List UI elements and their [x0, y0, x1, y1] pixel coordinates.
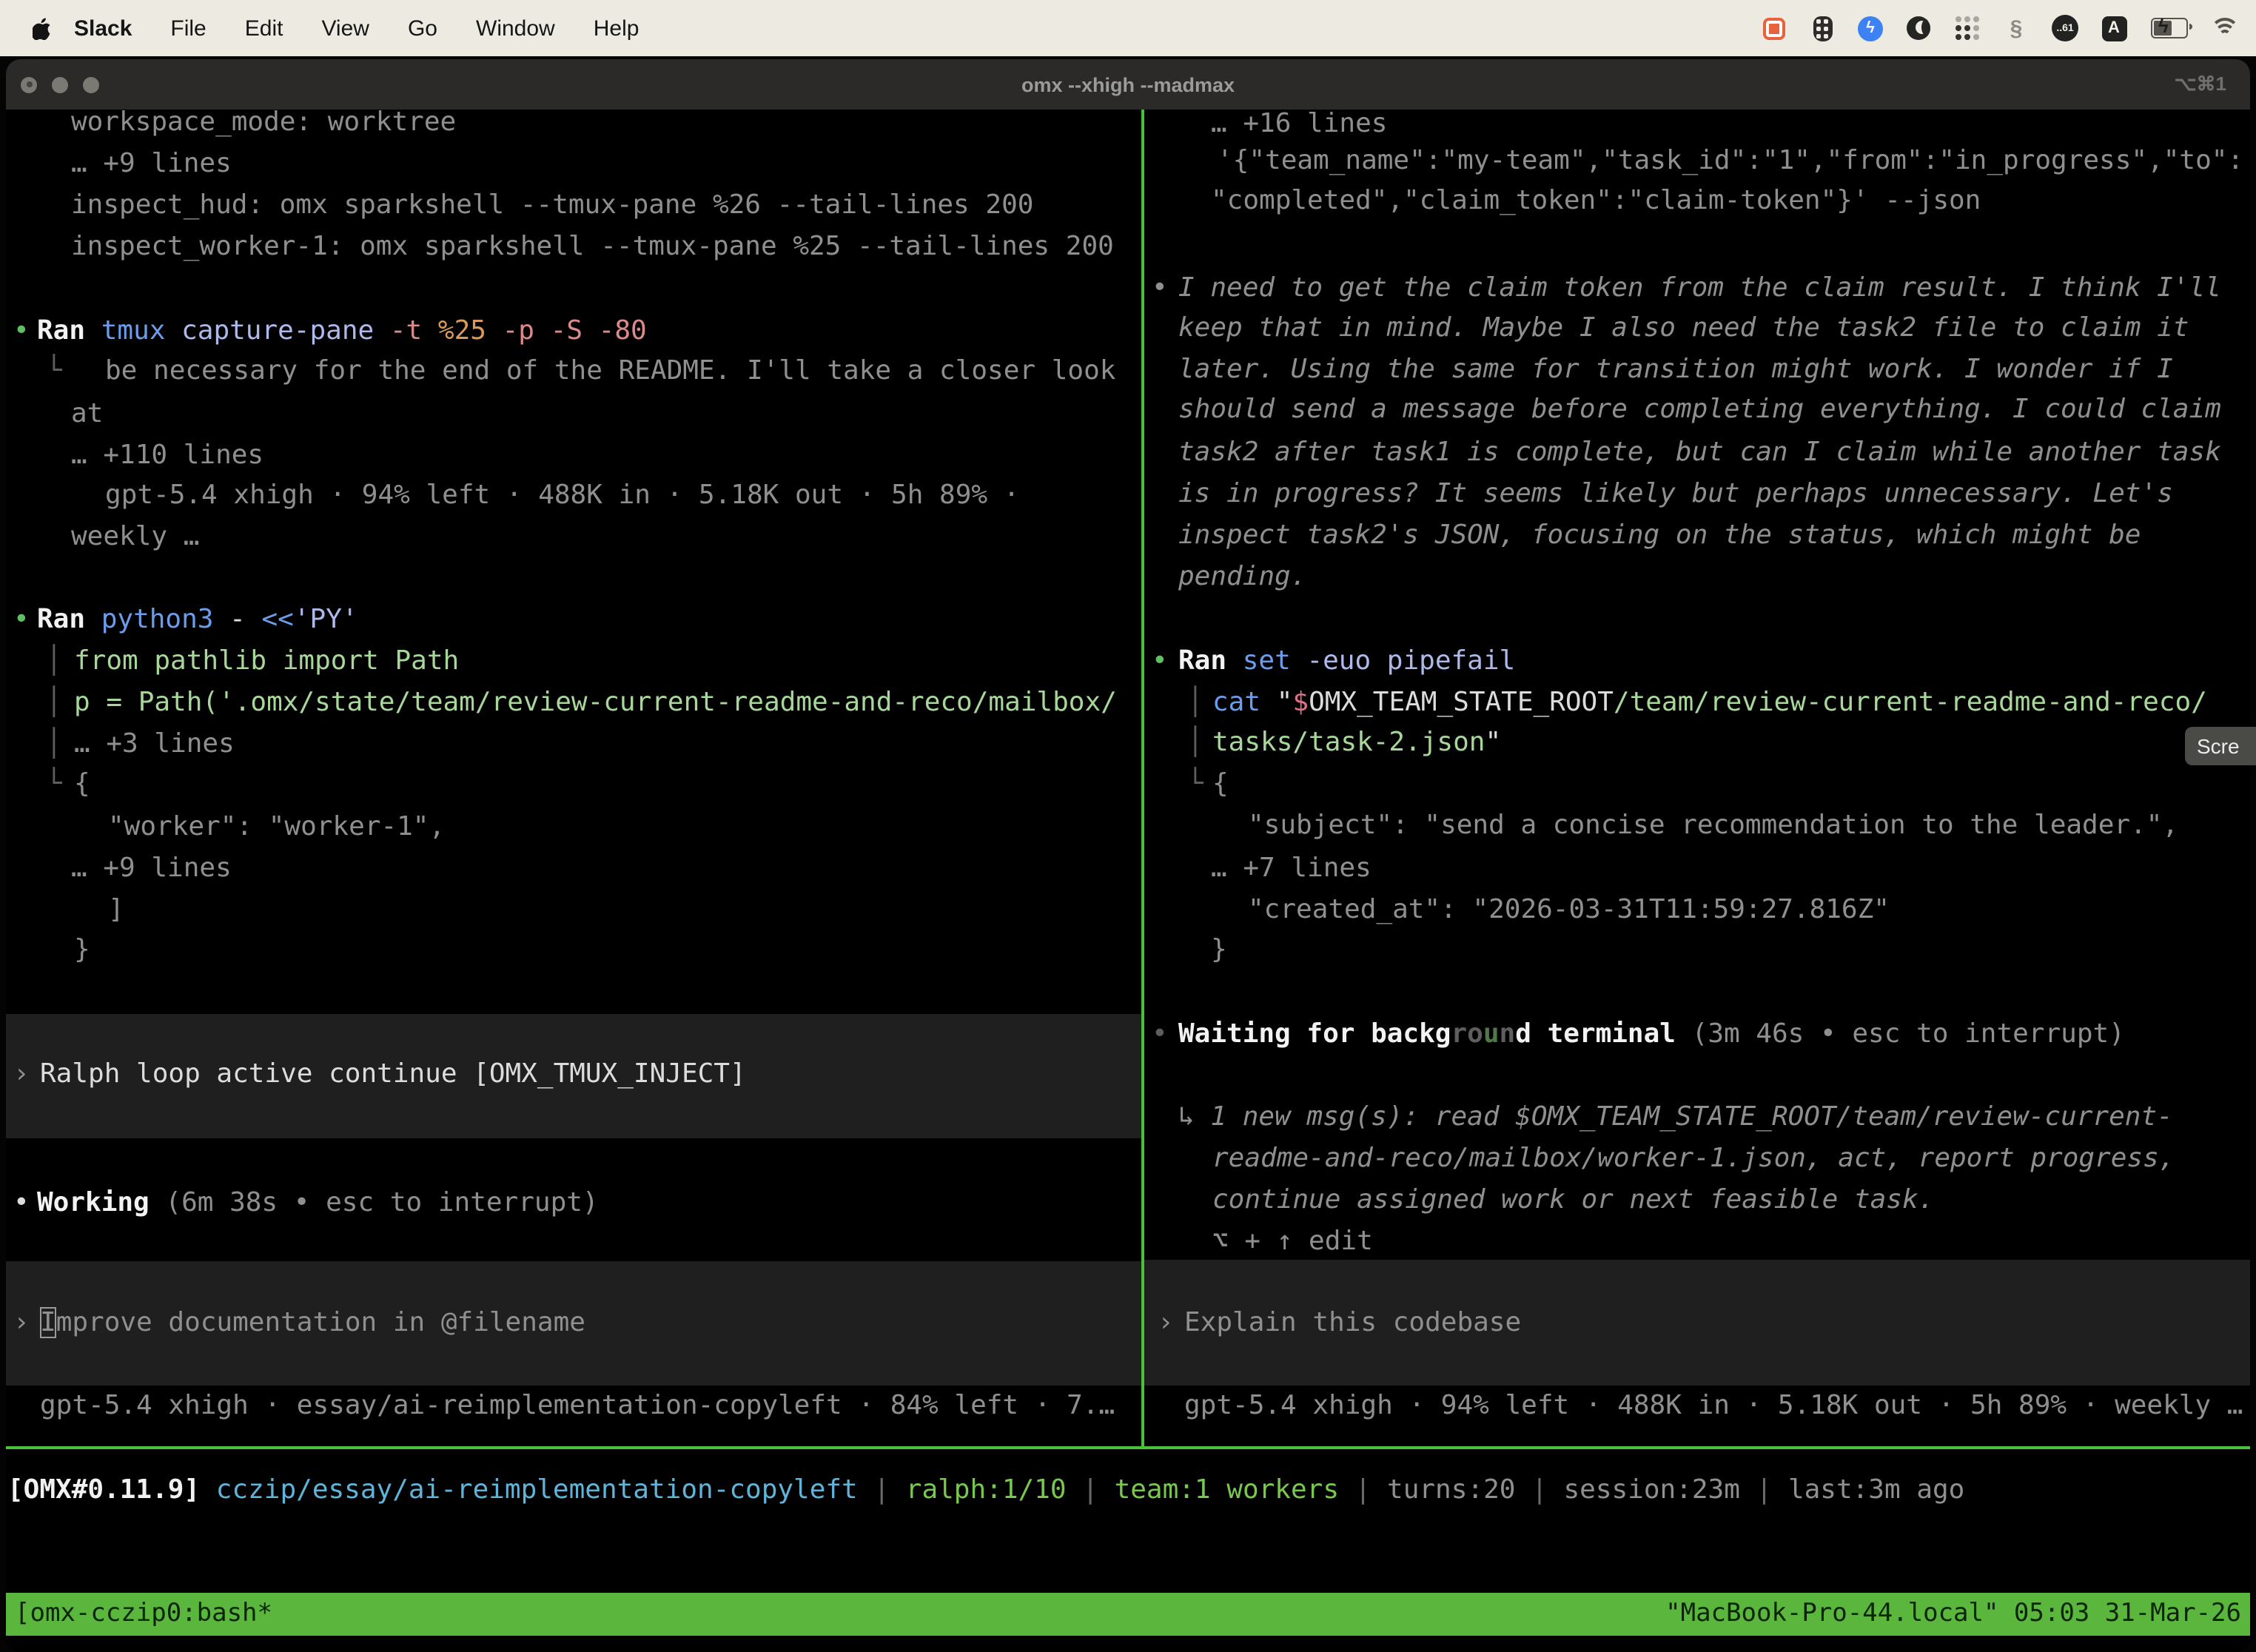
- right-prompt-input[interactable]: [1144, 1260, 2250, 1386]
- battery-icon[interactable]: ϟ: [2149, 15, 2189, 41]
- crescent-app-icon[interactable]: [1905, 15, 1932, 41]
- wifi-icon[interactable]: [2212, 18, 2238, 38]
- tmux-host-time: "MacBook-Pro-44.local" 05:03 31-Mar-26: [1665, 1593, 2241, 1636]
- screen-share-tooltip: Scre: [2185, 727, 2256, 765]
- menu-app-name[interactable]: Slack: [55, 16, 151, 41]
- left-prompt-input[interactable]: [6, 1261, 1141, 1386]
- squiggle-icon[interactable]: §: [2003, 15, 2030, 41]
- menu-bar-status-icons: ϟ § ..61 A ϟ: [1760, 15, 2256, 41]
- zoom-button[interactable]: [83, 76, 99, 93]
- tmux-pane-divider-horizontal[interactable]: [6, 1446, 2250, 1449]
- menu-bar: Slack File Edit View Go Window Help ϟ § …: [0, 0, 2256, 56]
- terminal-window: omx --xhigh --madmax ⌥⌘1: [6, 59, 2250, 1652]
- window-title: omx --xhigh --madmax: [1021, 73, 1235, 95]
- menu-item-window[interactable]: Window: [457, 16, 574, 41]
- close-button[interactable]: [21, 76, 37, 93]
- window-titlebar[interactable]: omx --xhigh --madmax ⌥⌘1: [6, 59, 2250, 110]
- menu-item-go[interactable]: Go: [389, 16, 457, 41]
- a-key-icon[interactable]: A: [2101, 16, 2126, 41]
- tmux-status-bar: [omx-cczip0:bash* "MacBook-Pro-44.local"…: [6, 1593, 2250, 1636]
- menu-item-edit[interactable]: Edit: [226, 16, 303, 41]
- minimize-button[interactable]: [52, 76, 68, 93]
- window-shortcut-hint: ⌥⌘1: [2175, 73, 2226, 96]
- blue-badge-icon[interactable]: ϟ: [1858, 16, 1883, 41]
- screen: Slack File Edit View Go Window Help ϟ § …: [0, 0, 2256, 1652]
- ralph-loop-banner: [6, 1014, 1141, 1138]
- percent-badge-icon[interactable]: ..61: [2052, 15, 2078, 41]
- tmux-pane-divider-vertical[interactable]: [1141, 110, 1144, 1446]
- tmux-session-label: [omx-cczip0:bash*: [15, 1593, 272, 1636]
- keypad-shield-icon[interactable]: [1809, 15, 1836, 41]
- menu-item-view[interactable]: View: [302, 16, 389, 41]
- menu-item-file[interactable]: File: [151, 16, 225, 41]
- grid-dots-icon[interactable]: [1954, 15, 1981, 41]
- menu-item-help[interactable]: Help: [574, 16, 659, 41]
- screen-recording-icon[interactable]: [1760, 15, 1787, 41]
- apple-menu-icon[interactable]: [33, 16, 52, 40]
